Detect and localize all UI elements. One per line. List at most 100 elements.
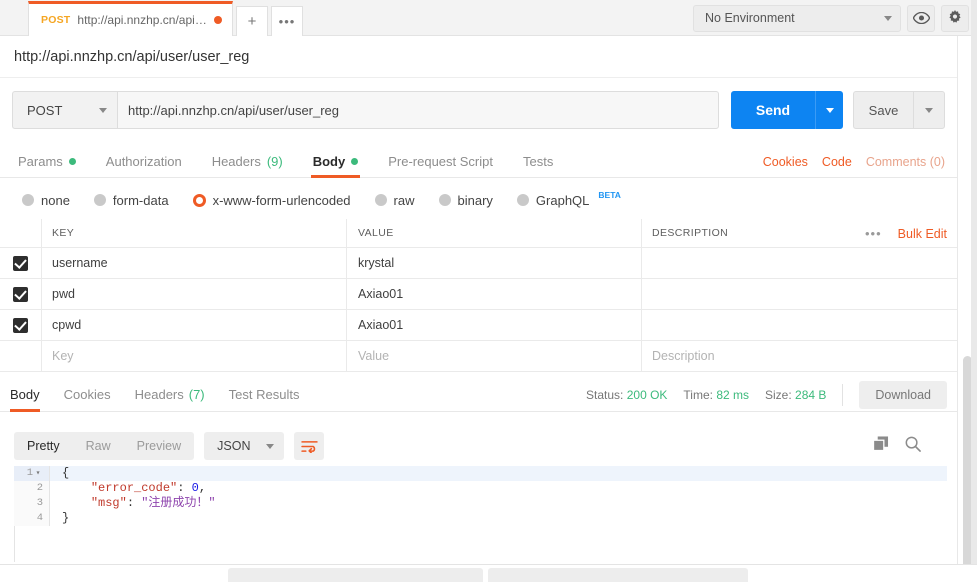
body-type-radio-group: none form-data x-www-form-urlencoded raw…: [0, 185, 957, 215]
json-value-number: 0: [191, 481, 199, 495]
response-view-mode-group: Pretty Raw Preview: [14, 432, 195, 460]
view-mode-pretty[interactable]: Pretty: [14, 432, 73, 460]
body-type-urlencoded[interactable]: x-www-form-urlencoded: [192, 192, 351, 208]
request-url-row: POST http://api.nnzhp.cn/api/user/user_r…: [0, 86, 957, 134]
request-section-tabs: Params Authorization Headers (9) Body Pr…: [0, 145, 957, 178]
header-checkbox-cell: [0, 219, 42, 247]
row-value[interactable]: Axiao01: [347, 279, 642, 309]
tab-params[interactable]: Params: [18, 145, 76, 178]
environment-quick-look-button[interactable]: [907, 4, 935, 32]
search-button[interactable]: [905, 436, 921, 457]
copy-button[interactable]: [872, 436, 889, 456]
table-row[interactable]: cpwd Axiao01: [0, 310, 957, 341]
status-label: Status:: [586, 388, 624, 402]
code-line-number: 3: [14, 496, 50, 511]
tab-options-button[interactable]: •••: [271, 6, 303, 36]
header-key: KEY: [42, 219, 347, 247]
row-key[interactable]: cpwd: [42, 310, 347, 340]
send-group: Send: [731, 91, 843, 129]
table-row[interactable]: username krystal: [0, 248, 957, 279]
chevron-down-icon: [266, 443, 275, 449]
code-line-number: 2: [14, 481, 50, 496]
response-tab-headers[interactable]: Headers (7): [135, 378, 205, 412]
tab-authorization[interactable]: Authorization: [106, 145, 182, 178]
table-row[interactable]: pwd Axiao01: [0, 279, 957, 310]
body-type-graphql[interactable]: GraphQL BETA: [516, 190, 621, 208]
url-input[interactable]: http://api.nnzhp.cn/api/user/user_reg: [117, 91, 719, 129]
new-tab-button[interactable]: +: [236, 6, 268, 36]
row-description[interactable]: [642, 310, 957, 340]
body-type-urlencoded-label: x-www-form-urlencoded: [212, 192, 351, 208]
table-more-options-button[interactable]: •••: [865, 226, 882, 241]
chevron-down-icon: [825, 107, 834, 113]
request-tab-active[interactable]: POST http://api.nnzhp.cn/api/user/u...: [28, 1, 233, 36]
tab-body[interactable]: Body: [310, 145, 360, 178]
body-type-raw[interactable]: raw: [374, 193, 415, 208]
row-checkbox-checked-icon[interactable]: [13, 286, 28, 302]
response-meta: Status: 200 OK Time: 82 ms Size: 284 B D…: [586, 378, 947, 412]
response-body-code[interactable]: 1 ▾ { 2 "error_code": 0, 3 "msg": "注册成功！"…: [14, 466, 947, 566]
response-tab-body[interactable]: Body: [10, 378, 40, 412]
size-value: 284 B: [795, 388, 827, 402]
word-wrap-button[interactable]: [294, 432, 325, 460]
response-tab-cookies[interactable]: Cookies: [64, 378, 111, 412]
tab-title-label: http://api.nnzhp.cn/api/user/u...: [77, 13, 207, 27]
response-tab-test-results[interactable]: Test Results: [229, 378, 300, 412]
body-type-none[interactable]: none: [22, 193, 70, 208]
tab-tests[interactable]: Tests: [523, 145, 553, 178]
request-tabs-actions: Cookies Code Comments (0): [763, 145, 945, 178]
chevron-down-icon: [99, 107, 107, 113]
request-name-title: http://api.nnzhp.cn/api/user/user_reg: [0, 36, 957, 78]
json-value-string: "注册成功！": [141, 496, 216, 510]
table-header-actions: ••• Bulk Edit: [865, 219, 947, 248]
row-value[interactable]: Axiao01: [347, 310, 642, 340]
code-link[interactable]: Code: [822, 155, 852, 169]
url-input-value: http://api.nnzhp.cn/api/user/user_reg: [128, 102, 340, 118]
code-line: 2 "error_code": 0,: [14, 481, 947, 496]
save-button[interactable]: Save: [853, 91, 913, 129]
http-method-select[interactable]: POST: [12, 91, 117, 129]
bulk-edit-button[interactable]: Bulk Edit: [898, 227, 947, 241]
json-colon: :: [126, 496, 142, 510]
send-button[interactable]: Send: [731, 91, 815, 129]
code-line-text: {: [62, 466, 70, 480]
row-key[interactable]: username: [42, 248, 347, 278]
save-options-button[interactable]: [913, 91, 945, 129]
bottom-panel-tab-a[interactable]: [228, 568, 483, 582]
row-checkbox-cell[interactable]: [0, 310, 42, 340]
row-key[interactable]: pwd: [42, 279, 347, 309]
response-language-select[interactable]: JSON: [204, 432, 285, 460]
row-description[interactable]: [642, 279, 957, 309]
body-type-form-data[interactable]: form-data: [93, 192, 169, 208]
body-type-binary[interactable]: binary: [438, 193, 493, 208]
fold-toggle-icon[interactable]: ▾: [33, 466, 43, 481]
settings-button[interactable]: [941, 4, 969, 32]
tab-headers[interactable]: Headers (9): [212, 145, 283, 178]
new-row-description-input[interactable]: Description: [642, 341, 957, 371]
response-format-bar: Pretty Raw Preview JSON: [0, 424, 957, 468]
view-mode-raw[interactable]: Raw: [73, 432, 124, 460]
new-row-value-input[interactable]: Value: [347, 341, 642, 371]
divider: [842, 384, 844, 406]
row-description[interactable]: [642, 248, 957, 278]
row-checkbox-checked-icon[interactable]: [13, 255, 28, 271]
row-checkbox-cell[interactable]: [0, 279, 42, 309]
send-options-button[interactable]: [815, 91, 843, 129]
status-value: 200 OK: [626, 388, 668, 402]
download-button[interactable]: Download: [859, 381, 947, 409]
row-value[interactable]: krystal: [347, 248, 642, 278]
header-value: VALUE: [347, 219, 642, 247]
new-row-key-input[interactable]: Key: [42, 341, 347, 371]
body-indicator-dot-icon: [351, 157, 359, 165]
row-checkbox-checked-icon[interactable]: [13, 317, 28, 333]
view-mode-preview[interactable]: Preview: [124, 432, 194, 460]
tab-pre-request-script[interactable]: Pre-request Script: [388, 145, 493, 178]
body-type-form-data-label: form-data: [112, 192, 169, 208]
environment-select[interactable]: No Environment: [693, 4, 901, 32]
table-row-placeholder[interactable]: Key Value Description: [0, 341, 957, 372]
row-checkbox-cell[interactable]: [0, 248, 42, 278]
eye-icon: [912, 12, 930, 24]
bottom-panel-tab-b[interactable]: [488, 568, 748, 582]
comments-link[interactable]: Comments (0): [866, 155, 945, 169]
cookies-link[interactable]: Cookies: [763, 155, 808, 169]
